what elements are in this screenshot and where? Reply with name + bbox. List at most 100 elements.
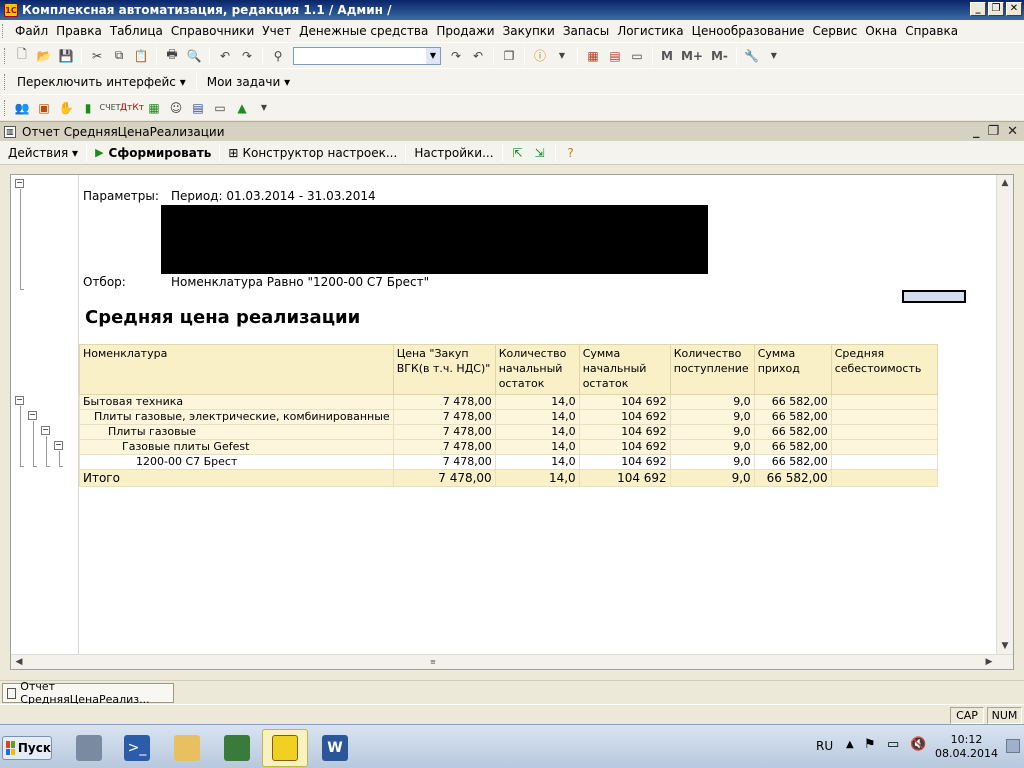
taskbar-app-powershell[interactable]: >_ (114, 729, 160, 767)
tab-report[interactable]: Отчет СредняяЦенаРеализ... (2, 680, 174, 706)
action-center-flag-icon[interactable]: ⚑ (864, 737, 876, 752)
open-folder-icon[interactable]: 📂 (35, 47, 53, 65)
memory-plus-button[interactable]: M+ (677, 49, 707, 63)
actions-menu-button[interactable]: Действия ▾ (4, 146, 82, 160)
find-prev-icon[interactable]: ↶ (469, 47, 487, 65)
contacts-icon[interactable]: ☺ (167, 99, 185, 117)
report-close-button[interactable]: ✕ (1007, 124, 1018, 139)
journal-icon[interactable]: ▤ (189, 99, 207, 117)
box-icon[interactable]: ▣ (35, 99, 53, 117)
tools-icon[interactable]: 🔧 (743, 47, 761, 65)
settings-button[interactable]: Настройки... (410, 146, 497, 160)
warehouse-icon[interactable]: ▲ (233, 99, 251, 117)
undo-icon[interactable]: ↶ (216, 47, 234, 65)
calendar-icon[interactable]: ▤ (606, 47, 624, 65)
table-row[interactable]: Бытовая техника 7 478,00 14,0 104 692 9,… (79, 394, 938, 410)
handshake-icon[interactable]: ✋ (57, 99, 75, 117)
memory-minus-button[interactable]: M- (707, 49, 732, 63)
save-icon[interactable]: 💾 (57, 47, 75, 65)
tools-dropdown-icon[interactable]: ▼ (765, 47, 783, 65)
table-row[interactable]: 1200-00 С7 Брест 7 478,00 14,0 104 692 9… (79, 454, 938, 470)
taskbar-app-1c[interactable] (262, 729, 308, 767)
vertical-scrollbar[interactable]: ▲ ▼ (996, 175, 1013, 655)
active-cell-cursor[interactable] (902, 290, 966, 303)
menu-service[interactable]: Сервис (808, 24, 861, 38)
taskbar-app-word[interactable]: W (312, 729, 358, 767)
menu-catalogs[interactable]: Справочники (167, 24, 258, 38)
volume-muted-icon[interactable]: 🔇 (910, 737, 926, 752)
clock[interactable]: 10:12 08.04.2014 (935, 733, 998, 761)
generate-button[interactable]: ▶ Сформировать (91, 146, 215, 160)
calculator-icon[interactable]: ▦ (584, 47, 602, 65)
taskbar-app-network[interactable] (214, 729, 260, 767)
monitor-icon[interactable]: ▭ (211, 99, 229, 117)
menu-stock[interactable]: Запасы (559, 24, 613, 38)
redo-icon[interactable]: ↷ (238, 47, 256, 65)
search-icon[interactable]: ⚲ (269, 47, 287, 65)
taskbar-app-server-manager[interactable] (66, 729, 112, 767)
menu-accounting[interactable]: Учет (258, 24, 295, 38)
close-button[interactable]: ✕ (1006, 2, 1022, 16)
print-preview-icon[interactable]: 🔍 (185, 47, 203, 65)
minimize-button[interactable]: _ (970, 2, 986, 16)
menu-windows[interactable]: Окна (861, 24, 901, 38)
menu-file[interactable]: Файл (11, 24, 52, 38)
language-indicator[interactable]: RU (816, 739, 833, 753)
new-window-icon[interactable]: ❐ (500, 47, 518, 65)
menu-help[interactable]: Справка (901, 24, 962, 38)
menu-table[interactable]: Таблица (106, 24, 167, 38)
info-dropdown-icon[interactable]: ▼ (553, 47, 571, 65)
new-document-icon[interactable]: 🗋 (13, 47, 31, 65)
accounts-icon[interactable]: ДтКт (120, 99, 144, 117)
help-icon[interactable]: ? (562, 144, 580, 162)
horizontal-scrollbar[interactable]: ◀ ≡ ▶ (11, 654, 1013, 669)
show-hidden-icons-icon[interactable]: ▲ (846, 739, 854, 750)
report-spreadsheet[interactable]: − − − − − Параметры: Период: 01.03.2014 … (10, 174, 1014, 670)
more-dropdown-icon[interactable]: ▼ (255, 99, 273, 117)
table-total-row[interactable]: Итого 7 478,00 14,0 104 692 9,0 66 582,0… (79, 469, 938, 487)
switch-interface-button[interactable]: Переключить интерфейс ▾ (11, 75, 192, 89)
collapse-header-button[interactable]: − (15, 179, 24, 188)
settings-constructor-button[interactable]: ⊞ Конструктор настроек... (224, 146, 401, 160)
collapse-level2-button[interactable]: − (28, 411, 37, 420)
collapse-level3-button[interactable]: − (41, 426, 50, 435)
menu-sales[interactable]: Продажи (432, 24, 498, 38)
find-next-icon[interactable]: ↷ (447, 47, 465, 65)
book-icon[interactable]: ▮ (79, 99, 97, 117)
import-settings-icon[interactable]: ⇲ (531, 144, 549, 162)
export-settings-icon[interactable]: ⇱ (509, 144, 527, 162)
menu-edit[interactable]: Правка (52, 24, 106, 38)
show-desktop-icon[interactable] (1006, 739, 1020, 753)
print-icon[interactable]: 🖶 (163, 47, 181, 65)
my-tasks-button[interactable]: Мои задачи ▾ (201, 75, 296, 89)
menu-purchases[interactable]: Закупки (499, 24, 559, 38)
menu-logistics[interactable]: Логистика (613, 24, 687, 38)
table-row[interactable]: Плиты газовые, электрические, комбиниров… (79, 409, 938, 425)
paste-icon[interactable]: 📋 (132, 47, 150, 65)
scroll-up-icon[interactable]: ▲ (997, 175, 1013, 192)
menu-cash[interactable]: Денежные средства (295, 24, 432, 38)
search-combo[interactable]: ▼ (293, 46, 441, 65)
invoice-icon[interactable]: СЧЕТ (100, 99, 121, 117)
users-icon[interactable]: 👥 (13, 99, 31, 117)
maximize-button[interactable]: ❐ (988, 2, 1004, 16)
cut-icon[interactable]: ✂ (88, 47, 106, 65)
scroll-down-icon[interactable]: ▼ (997, 638, 1013, 655)
chevron-down-icon[interactable]: ▼ (426, 47, 440, 64)
info-icon[interactable]: ⓘ (531, 47, 549, 65)
report-minimize-button[interactable]: _ (973, 124, 980, 139)
scroll-left-icon[interactable]: ◀ (11, 655, 27, 669)
scroll-right-icon[interactable]: ▶ (981, 655, 997, 669)
scroll-thumb-grip[interactable]: ≡ (429, 655, 437, 669)
menu-pricing[interactable]: Ценообразование (688, 24, 809, 38)
collapse-level4-button[interactable]: − (54, 441, 63, 450)
table-row[interactable]: Газовые плиты Gefest 7 478,00 14,0 104 6… (79, 439, 938, 455)
start-button[interactable]: Пуск (2, 736, 52, 760)
table-row[interactable]: Плиты газовые 7 478,00 14,0 104 692 9,0 … (79, 424, 938, 440)
report-restore-button[interactable]: ❐ (987, 124, 999, 139)
memory-button[interactable]: M (657, 49, 677, 63)
taskbar-app-explorer[interactable] (164, 729, 210, 767)
notes-icon[interactable]: ▭ (628, 47, 646, 65)
collapse-level1-button[interactable]: − (15, 396, 24, 405)
copy-icon[interactable]: ⧉ (110, 47, 128, 65)
